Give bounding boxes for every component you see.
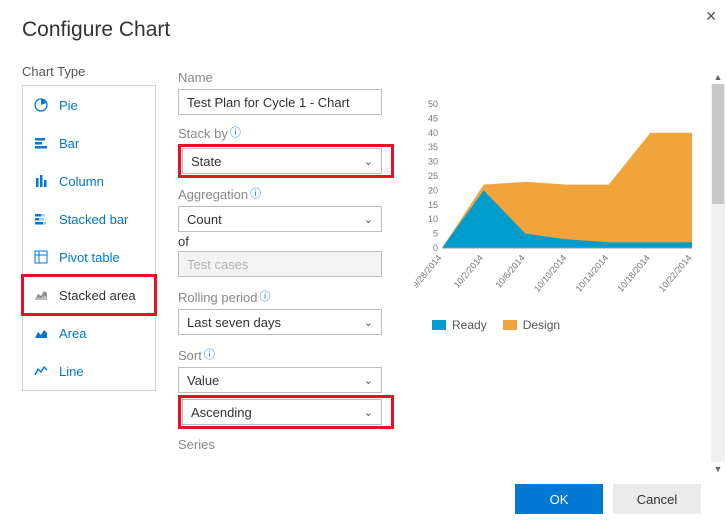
chart-type-label: Stacked area [59,288,136,303]
pie-icon [33,97,49,113]
info-icon[interactable]: ⓘ [230,124,241,140]
scroll-up-arrow[interactable]: ▲ [711,70,725,84]
column-icon [33,173,49,189]
chevron-down-icon: ⌄ [364,316,373,329]
area-icon [33,325,49,341]
svg-text:10/2/2014: 10/2/2014 [452,253,485,290]
legend-swatch-design [503,320,517,330]
chevron-down-icon: ⌄ [364,155,373,168]
chart-legend: Ready Design [432,318,705,332]
info-icon[interactable]: ⓘ [204,346,215,362]
of-input: Test cases [178,251,382,277]
configure-chart-dialog: ✕ Configure Chart Chart Type Pie Bar [0,0,727,528]
chart-preview: 504540353025201510509/28/201410/2/201410… [414,64,705,449]
legend-swatch-ready [432,320,446,330]
close-button[interactable]: ✕ [705,8,717,25]
svg-text:20: 20 [428,185,438,195]
ok-button[interactable]: OK [515,484,603,514]
chart-type-label: Stacked bar [59,212,128,227]
chevron-down-icon: ⌄ [364,213,373,226]
chart-type-column[interactable]: Column [23,162,155,200]
chevron-down-icon: ⌄ [364,374,373,387]
dialog-title: Configure Chart [22,18,705,42]
name-label: Name [178,70,402,85]
svg-text:5: 5 [433,229,438,239]
chart-type-label: Chart Type [22,64,158,79]
chart-type-stacked-area[interactable]: Stacked area [23,276,155,314]
svg-text:10/22/2014: 10/22/2014 [657,253,694,294]
chevron-down-icon: ⌄ [364,406,373,419]
sort-label: Sort ⓘ [178,347,402,363]
scrollbar[interactable]: ▲ ▼ [711,84,725,462]
sort-field-select[interactable]: Value ⌄ [178,367,382,393]
aggregation-select[interactable]: Count ⌄ [178,206,382,232]
chart-type-pie[interactable]: Pie [23,86,155,124]
info-icon[interactable]: ⓘ [260,288,271,304]
stacked-area-icon [33,287,49,303]
chart-type-bar[interactable]: Bar [23,124,155,162]
svg-text:35: 35 [428,142,438,152]
of-label: of [178,234,402,249]
sort-direction-select[interactable]: Ascending ⌄ [182,399,382,425]
chart-canvas: 504540353025201510509/28/201410/2/201410… [414,100,694,300]
series-label: Series [178,437,402,449]
chart-type-label: Pie [59,98,78,113]
stack-by-highlight: State ⌄ [178,144,394,178]
stack-by-select[interactable]: State ⌄ [182,148,382,174]
aggregation-label: Aggregation ⓘ [178,186,402,202]
chart-type-list: Pie Bar Column [22,85,156,391]
config-form: Name Test Plan for Cycle 1 - Chart Stack… [178,64,402,449]
chart-type-line[interactable]: Line [23,352,155,390]
svg-text:10/6/2014: 10/6/2014 [493,253,526,290]
svg-text:10/14/2014: 10/14/2014 [574,253,611,294]
chart-type-label: Column [59,174,104,189]
svg-text:10/18/2014: 10/18/2014 [615,253,652,294]
bar-icon [33,135,49,151]
legend-design: Design [503,318,560,332]
legend-ready: Ready [432,318,487,332]
dialog-footer: OK Cancel [515,484,701,514]
svg-text:40: 40 [428,128,438,138]
svg-text:30: 30 [428,157,438,167]
svg-text:45: 45 [428,113,438,123]
chart-type-sidebar: Chart Type Pie Bar [22,64,158,449]
svg-text:0: 0 [433,243,438,253]
svg-text:10/10/2014: 10/10/2014 [532,253,569,294]
svg-text:25: 25 [428,171,438,181]
chart-type-pivot-table[interactable]: Pivot table [23,238,155,276]
chart-type-label: Area [59,326,86,341]
svg-text:15: 15 [428,200,438,210]
scroll-thumb[interactable] [712,84,724,204]
svg-text:10: 10 [428,214,438,224]
stack-by-label: Stack by ⓘ [178,125,402,141]
chart-type-label: Pivot table [59,250,120,265]
svg-text:50: 50 [428,100,438,109]
svg-text:9/28/2014: 9/28/2014 [414,253,444,290]
chart-type-stacked-bar[interactable]: Stacked bar [23,200,155,238]
stacked-bar-icon [33,211,49,227]
line-icon [33,363,49,379]
info-icon[interactable]: ⓘ [250,185,261,201]
rolling-period-label: Rolling period ⓘ [178,289,402,305]
chart-type-label: Line [59,364,84,379]
rolling-period-select[interactable]: Last seven days ⌄ [178,309,382,335]
sort-direction-highlight: Ascending ⌄ [178,395,394,429]
chart-type-label: Bar [59,136,79,151]
scroll-down-arrow[interactable]: ▼ [711,462,725,476]
name-input[interactable]: Test Plan for Cycle 1 - Chart [178,89,382,115]
pivot-table-icon [33,249,49,265]
cancel-button[interactable]: Cancel [613,484,701,514]
chart-type-area[interactable]: Area [23,314,155,352]
